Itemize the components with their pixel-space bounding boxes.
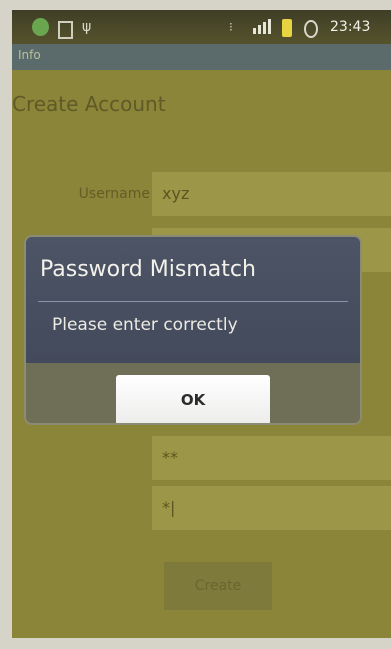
mail-icon — [58, 21, 73, 39]
username-field[interactable]: xyz — [152, 172, 391, 216]
dialog-title: Password Mismatch — [40, 257, 256, 282]
password-field[interactable]: ** — [152, 436, 391, 480]
alert-dialog: Password Mismatch Please enter correctly… — [26, 237, 360, 423]
photo-frame: ψ ⁝ 23:43 Info Create Account Username x… — [0, 0, 391, 649]
usb-icon: ψ — [82, 19, 92, 35]
create-button[interactable]: Create — [164, 562, 272, 610]
dialog-message: Please enter correctly — [52, 315, 238, 335]
wifi-icon: ⁝ — [229, 20, 233, 34]
signal-icon — [253, 18, 271, 36]
app-title: Info — [18, 48, 41, 62]
confirm-password-field[interactable]: *| — [152, 486, 391, 530]
status-time: 23:43 — [330, 19, 371, 35]
ok-button[interactable]: OK — [116, 375, 270, 423]
battery-icon — [282, 19, 292, 37]
dialog-divider — [38, 301, 348, 302]
alarm-icon — [304, 20, 318, 38]
status-bar: ψ ⁝ 23:43 — [12, 10, 391, 44]
whatsapp-icon — [32, 18, 49, 36]
app-title-bar: Info — [12, 44, 391, 70]
form-heading: Create Account — [12, 92, 166, 116]
dialog-header — [26, 237, 360, 363]
username-label: Username — [78, 186, 150, 202]
